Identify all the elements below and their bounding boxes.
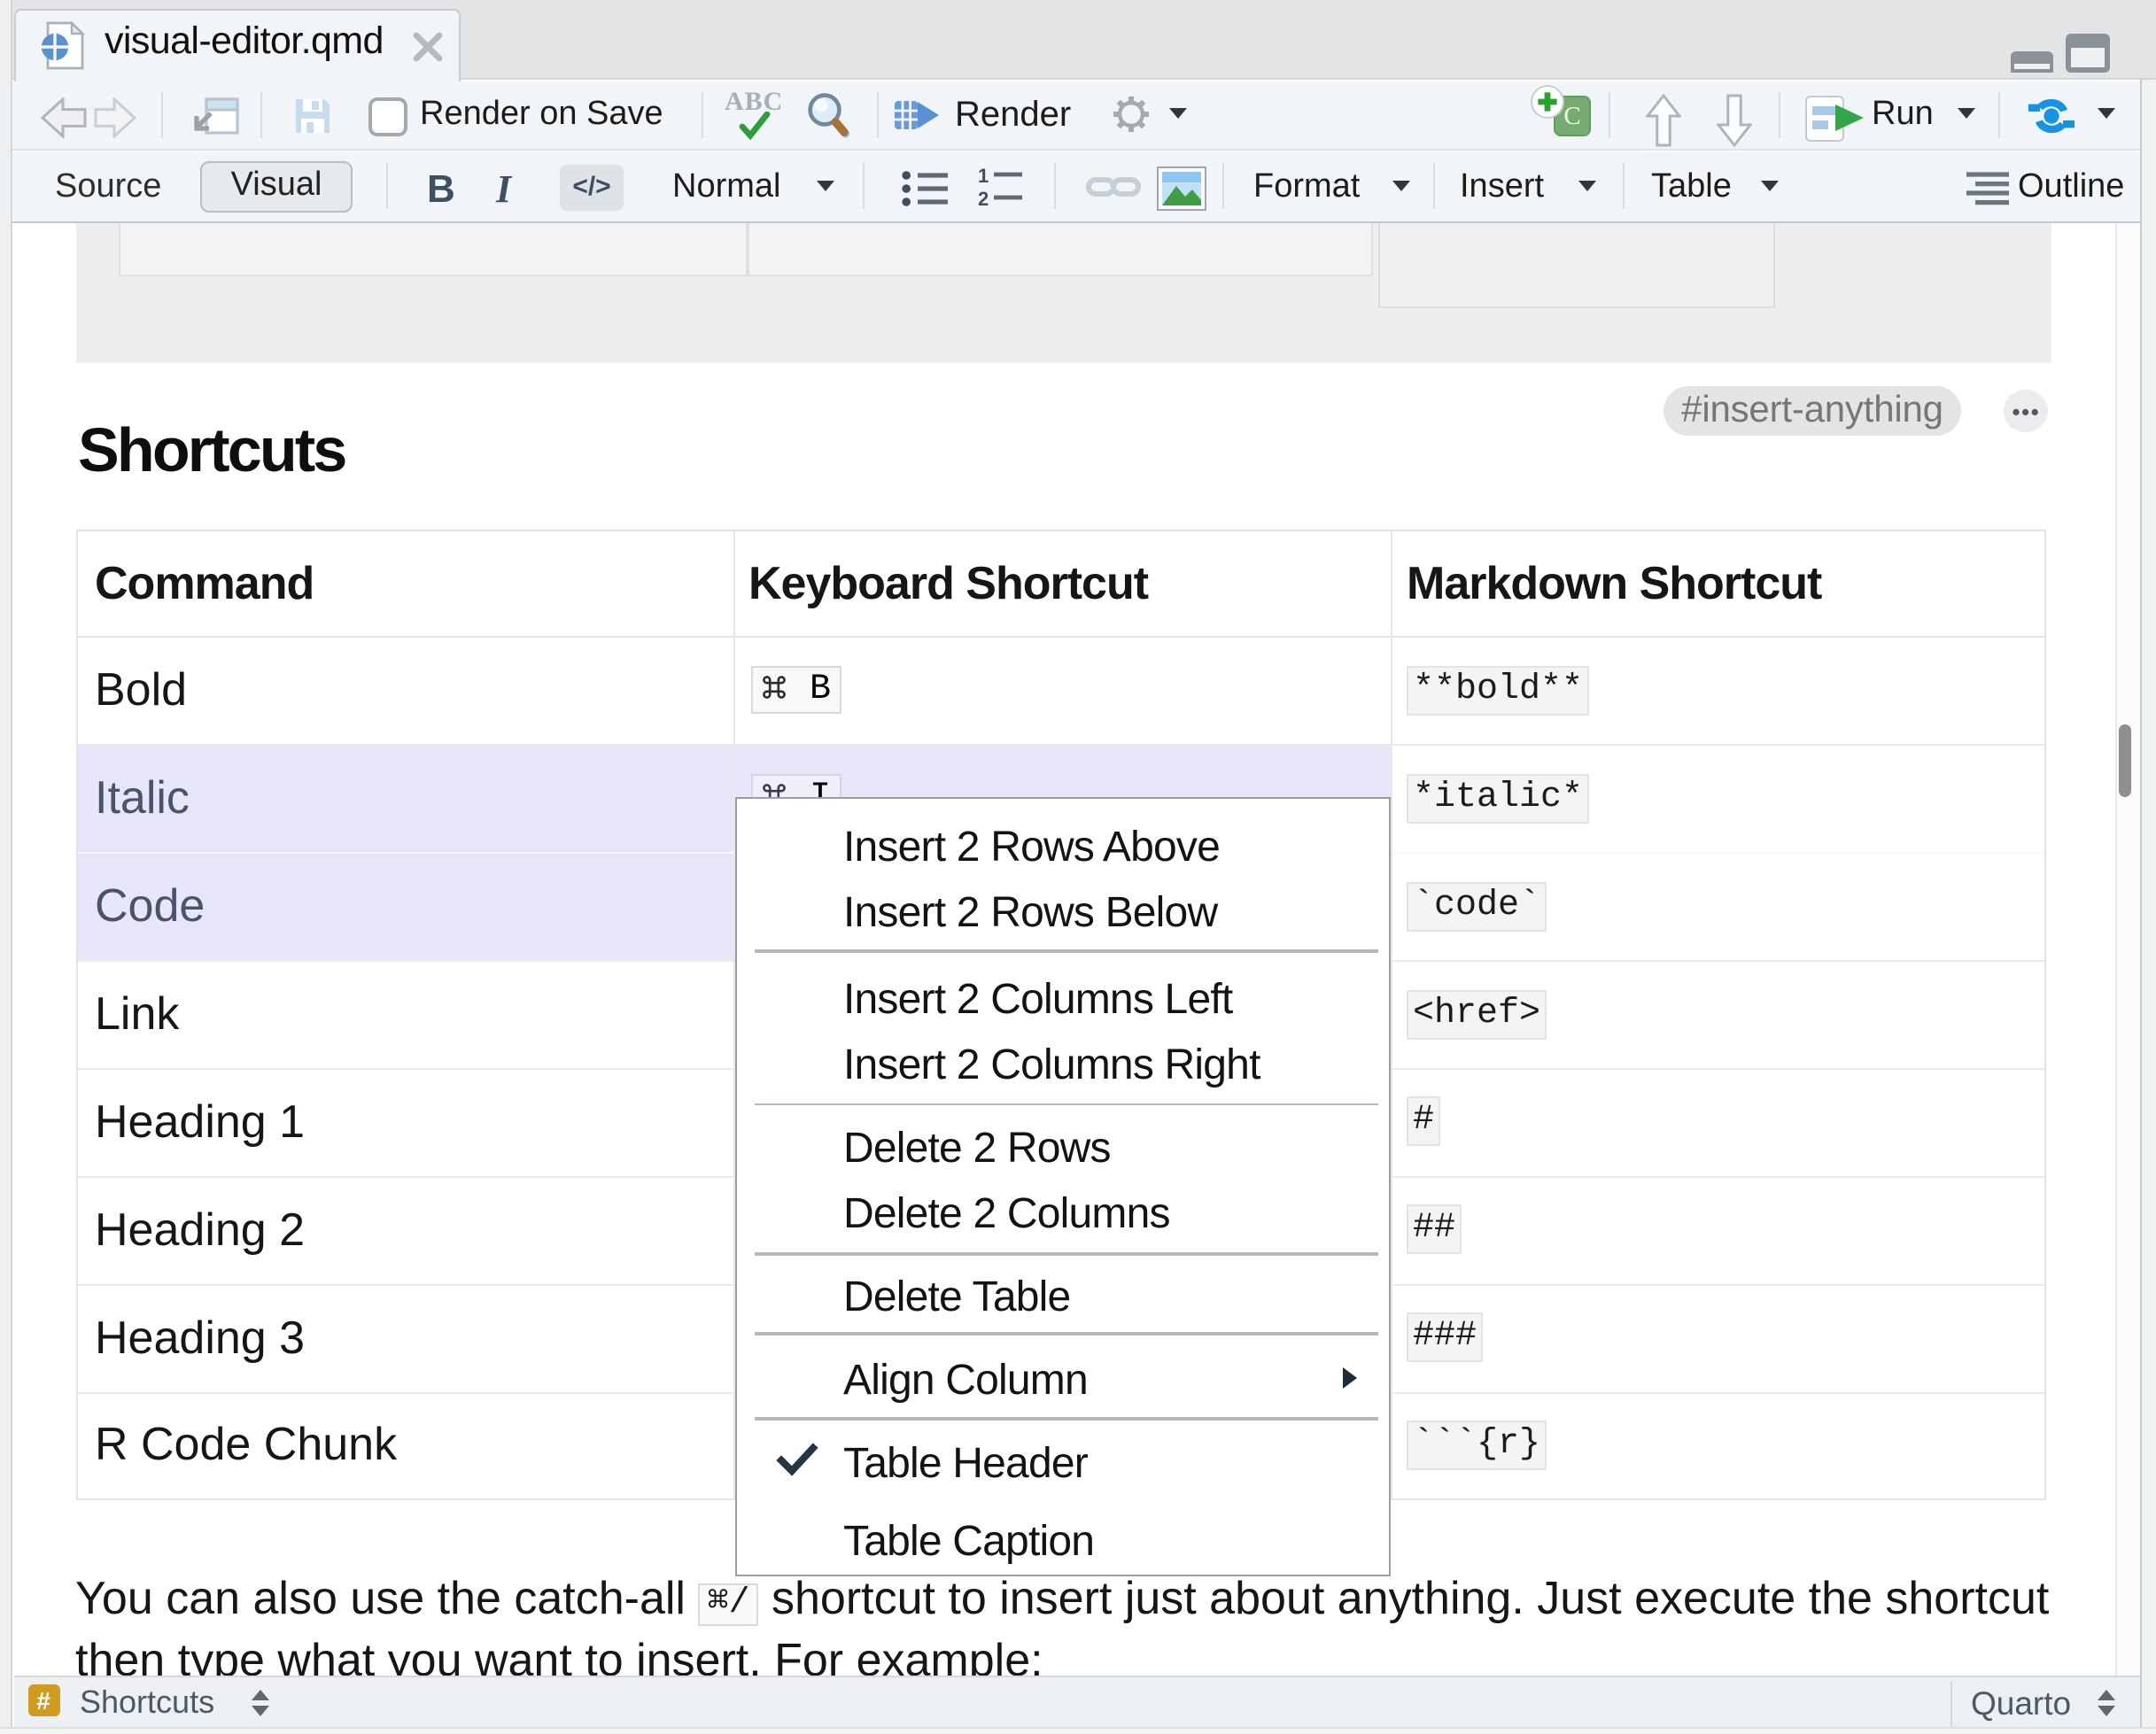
svg-text:1: 1 bbox=[978, 166, 989, 187]
svg-text:2: 2 bbox=[978, 188, 989, 209]
